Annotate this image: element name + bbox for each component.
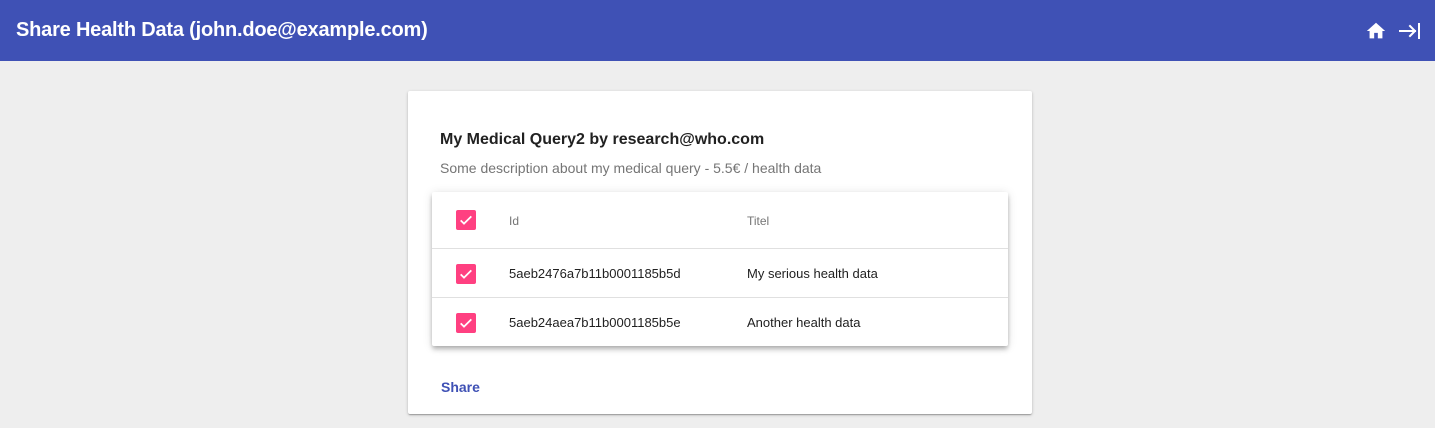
column-header-id[interactable]: Id: [509, 214, 519, 228]
checkmark-icon: [460, 215, 472, 225]
query-card: My Medical Query2 by research@who.com So…: [408, 91, 1032, 414]
home-icon: [1366, 22, 1386, 38]
row-checkbox[interactable]: [456, 264, 476, 284]
logout-button[interactable]: [1393, 14, 1427, 48]
logout-icon: [1399, 22, 1420, 39]
app-bar: Share Health Data (john.doe@example.com): [0, 0, 1435, 61]
query-description: Some description about my medical query …: [440, 160, 822, 176]
table-row[interactable]: 5aeb2476a7b11b0001185b5d My serious heal…: [432, 249, 1008, 298]
row-title-cell: My serious health data: [747, 266, 878, 281]
row-title-cell: Another health data: [747, 315, 861, 330]
select-all-checkbox[interactable]: [456, 210, 476, 230]
row-id-cell: 5aeb24aea7b11b0001185b5e: [509, 315, 681, 330]
table-header-row: Id Titel: [432, 192, 1008, 249]
row-id-cell: 5aeb2476a7b11b0001185b5d: [509, 266, 681, 281]
table-row[interactable]: 5aeb24aea7b11b0001185b5e Another health …: [432, 298, 1008, 346]
app-title: Share Health Data (john.doe@example.com): [16, 19, 428, 41]
home-button[interactable]: [1359, 14, 1393, 48]
checkmark-icon: [460, 318, 472, 328]
query-title: My Medical Query2 by research@who.com: [440, 131, 765, 148]
health-data-table: Id Titel 5aeb2476a7b11b0001185b5d My ser…: [432, 192, 1008, 346]
column-header-title[interactable]: Titel: [747, 214, 769, 228]
share-button[interactable]: Share: [430, 375, 491, 399]
row-checkbox[interactable]: [456, 313, 476, 333]
app-bar-actions: [1359, 0, 1435, 61]
checkmark-icon: [460, 269, 472, 279]
